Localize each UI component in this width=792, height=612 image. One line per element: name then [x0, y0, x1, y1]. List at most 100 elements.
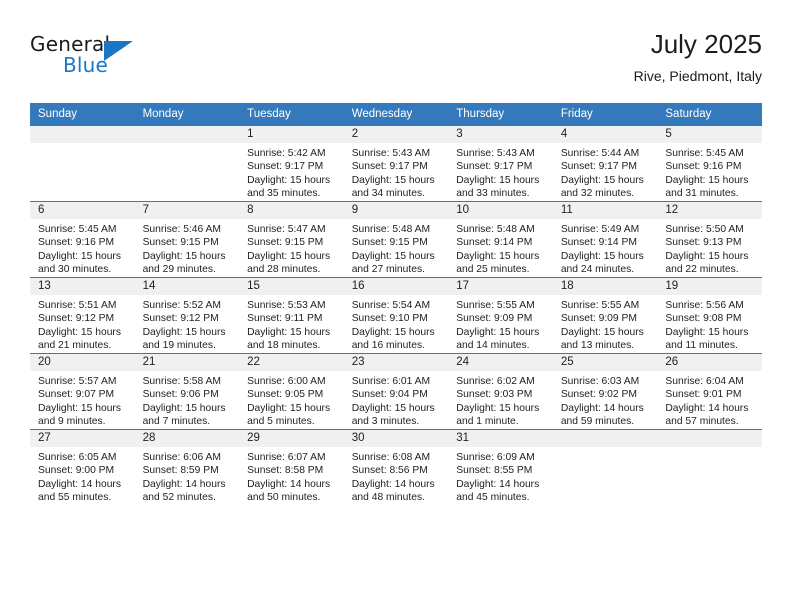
day-details — [553, 447, 658, 451]
day-cell[interactable]: 29 Sunrise: 6:07 AM Sunset: 8:58 PM Dayligh… — [239, 429, 344, 505]
day-cell[interactable]: 18 Sunrise: 5:55 AM Sunset: 9:09 PM Dayligh… — [552, 277, 658, 354]
daylight-text-line1: Daylight: 15 hours — [247, 402, 331, 414]
sunrise-text: Sunrise: 6:08 AM — [351, 452, 431, 463]
day-cell[interactable]: 2 Sunrise: 5:43 AM Sunset: 9:17 PM Daylight… — [343, 125, 449, 202]
brand-name-blue: Blue — [63, 53, 109, 77]
day-cell[interactable]: 1 Sunrise: 5:42 AM Sunset: 9:17 PM Daylight… — [239, 125, 344, 202]
daylight-text-line1: Daylight: 14 hours — [665, 402, 749, 414]
day-cell-empty — [657, 429, 762, 505]
day-cell[interactable]: 25 Sunrise: 6:03 AM Sunset: 9:02 PM Dayligh… — [552, 353, 658, 430]
day-cell[interactable]: 23 Sunrise: 6:01 AM Sunset: 9:04 PM Dayligh… — [343, 353, 449, 430]
calendar-body: 1 Sunrise: 5:42 AM Sunset: 9:17 PM Daylight… — [30, 125, 762, 505]
sunrise-text: Sunrise: 5:55 AM — [560, 300, 640, 311]
day-details — [135, 143, 240, 147]
day-cell[interactable]: 20 Sunrise: 5:57 AM Sunset: 9:07 PM Dayligh… — [30, 353, 135, 430]
daylight-text-line1: Daylight: 15 hours — [351, 250, 435, 262]
daylight-text-line2: and 9 minutes. — [38, 416, 106, 428]
day-number: 7 — [134, 202, 240, 219]
daylight-text-line2: and 14 minutes. — [456, 340, 530, 352]
daylight-text-line2: and 28 minutes. — [247, 264, 321, 276]
calendar-page: General Blue July 2025 Rive, Piedmont, I… — [0, 0, 792, 612]
day-cell[interactable]: 9 Sunrise: 5:48 AM Sunset: 9:15 PM Daylight… — [343, 201, 449, 278]
day-details: Sunrise: 6:02 AM Sunset: 9:03 PM Daylight:… — [448, 371, 553, 429]
day-details: Sunrise: 5:56 AM Sunset: 9:08 PM Daylight:… — [657, 295, 762, 353]
brand-logo[interactable]: General Blue — [30, 32, 150, 84]
daylight-text-line1: Daylight: 14 hours — [38, 478, 121, 490]
weekday-header-saturday: Saturday — [657, 103, 762, 126]
day-number: 31 — [448, 430, 553, 447]
day-details: Sunrise: 5:46 AM Sunset: 9:15 PM Daylight:… — [135, 219, 240, 277]
day-number — [30, 126, 135, 143]
day-cell[interactable]: 14 Sunrise: 5:52 AM Sunset: 9:12 PM Dayligh… — [134, 277, 240, 354]
daylight-text-line1: Daylight: 15 hours — [142, 326, 226, 338]
day-details — [657, 447, 762, 451]
daylight-text-line1: Daylight: 14 hours — [351, 478, 435, 490]
daylight-text-line2: and 59 minutes. — [560, 416, 635, 428]
day-cell[interactable]: 16 Sunrise: 5:54 AM Sunset: 9:10 PM Dayligh… — [343, 277, 449, 354]
day-cell[interactable]: 12 Sunrise: 5:50 AM Sunset: 9:13 PM Dayligh… — [657, 201, 762, 278]
day-cell[interactable]: 26 Sunrise: 6:04 AM Sunset: 9:01 PM Dayligh… — [657, 353, 762, 430]
day-cell[interactable]: 17 Sunrise: 5:55 AM Sunset: 9:09 PM Dayligh… — [448, 277, 553, 354]
day-cell[interactable]: 31 Sunrise: 6:09 AM Sunset: 8:55 PM Dayligh… — [448, 429, 553, 505]
sunset-text: Sunset: 9:12 PM — [38, 313, 115, 325]
day-cell[interactable]: 10 Sunrise: 5:48 AM Sunset: 9:14 PM Dayligh… — [448, 201, 553, 278]
day-details: Sunrise: 5:43 AM Sunset: 9:17 PM Daylight:… — [448, 143, 553, 201]
weekday-header-friday: Friday — [552, 103, 658, 126]
day-cell[interactable]: 7 Sunrise: 5:46 AM Sunset: 9:15 PM Daylight… — [134, 201, 240, 278]
daylight-text-line1: Daylight: 15 hours — [38, 402, 121, 414]
day-cell[interactable]: 30 Sunrise: 6:08 AM Sunset: 8:56 PM Dayligh… — [343, 429, 449, 505]
sunset-text: Sunset: 9:01 PM — [665, 389, 742, 401]
weekday-header-monday: Monday — [134, 103, 240, 126]
day-cell[interactable]: 27 Sunrise: 6:05 AM Sunset: 9:00 PM Dayligh… — [30, 429, 135, 505]
day-details: Sunrise: 5:57 AM Sunset: 9:07 PM Daylight:… — [30, 371, 135, 429]
day-cell[interactable]: 28 Sunrise: 6:06 AM Sunset: 8:59 PM Dayligh… — [134, 429, 240, 505]
calendar-week-row: 20 Sunrise: 5:57 AM Sunset: 9:07 PM Dayligh… — [30, 353, 762, 430]
day-details: Sunrise: 5:44 AM Sunset: 9:17 PM Daylight:… — [553, 143, 658, 201]
daylight-text-line1: Daylight: 15 hours — [560, 250, 644, 262]
daylight-text-line2: and 27 minutes. — [351, 264, 425, 276]
daylight-text-line2: and 24 minutes. — [560, 264, 635, 276]
day-number: 18 — [552, 278, 658, 295]
sunrise-text: Sunrise: 5:45 AM — [665, 148, 744, 159]
day-number: 19 — [657, 278, 762, 295]
daylight-text-line2: and 35 minutes. — [247, 188, 321, 200]
daylight-text-line1: Daylight: 15 hours — [665, 174, 749, 186]
day-cell[interactable]: 19 Sunrise: 5:56 AM Sunset: 9:08 PM Dayligh… — [657, 277, 762, 354]
calendar-week-row: 27 Sunrise: 6:05 AM Sunset: 9:00 PM Dayligh… — [30, 429, 762, 505]
day-details: Sunrise: 5:47 AM Sunset: 9:15 PM Daylight:… — [239, 219, 344, 277]
day-cell[interactable]: 6 Sunrise: 5:45 AM Sunset: 9:16 PM Daylight… — [30, 201, 135, 278]
day-details: Sunrise: 5:45 AM Sunset: 9:16 PM Daylight:… — [657, 143, 762, 201]
day-cell[interactable]: 8 Sunrise: 5:47 AM Sunset: 9:15 PM Daylight… — [239, 201, 344, 278]
day-number: 20 — [30, 354, 135, 371]
sunset-text: Sunset: 9:05 PM — [247, 389, 324, 401]
day-details: Sunrise: 5:51 AM Sunset: 9:12 PM Daylight:… — [30, 295, 135, 353]
day-details: Sunrise: 6:03 AM Sunset: 9:02 PM Daylight:… — [553, 371, 658, 429]
day-cell[interactable]: 3 Sunrise: 5:43 AM Sunset: 9:17 PM Daylight… — [448, 125, 553, 202]
day-details: Sunrise: 5:49 AM Sunset: 9:14 PM Daylight:… — [553, 219, 658, 277]
daylight-text-line1: Daylight: 15 hours — [456, 174, 540, 186]
day-number: 11 — [552, 202, 658, 219]
daylight-text-line2: and 55 minutes. — [38, 492, 112, 504]
day-details — [30, 143, 135, 147]
daylight-text-line1: Daylight: 15 hours — [351, 402, 435, 414]
sunset-text: Sunset: 9:15 PM — [247, 237, 324, 249]
day-cell[interactable]: 11 Sunrise: 5:49 AM Sunset: 9:14 PM Dayligh… — [552, 201, 658, 278]
sunset-text: Sunset: 8:56 PM — [351, 465, 428, 477]
day-number: 16 — [343, 278, 449, 295]
day-cell[interactable]: 22 Sunrise: 6:00 AM Sunset: 9:05 PM Dayligh… — [239, 353, 344, 430]
day-cell[interactable]: 4 Sunrise: 5:44 AM Sunset: 9:17 PM Daylight… — [552, 125, 658, 202]
weekday-header-sunday: Sunday — [30, 103, 135, 126]
day-cell[interactable]: 15 Sunrise: 5:53 AM Sunset: 9:11 PM Dayligh… — [239, 277, 344, 354]
weekday-header-tuesday: Tuesday — [239, 103, 344, 126]
sunrise-text: Sunrise: 5:44 AM — [560, 148, 640, 159]
daylight-text-line2: and 31 minutes. — [665, 188, 739, 200]
day-cell-empty — [552, 429, 658, 505]
day-cell[interactable]: 21 Sunrise: 5:58 AM Sunset: 9:06 PM Dayligh… — [134, 353, 240, 430]
daylight-text-line2: and 22 minutes. — [665, 264, 739, 276]
calendar-grid: Sunday Monday Tuesday Wednesday Thursday Frid… — [30, 103, 762, 505]
day-cell[interactable]: 13 Sunrise: 5:51 AM Sunset: 9:12 PM Dayligh… — [30, 277, 135, 354]
page-title: July 2025 — [650, 29, 762, 59]
day-cell[interactable]: 5 Sunrise: 5:45 AM Sunset: 9:16 PM Daylight… — [657, 125, 762, 202]
day-number: 27 — [30, 430, 135, 447]
day-cell[interactable]: 24 Sunrise: 6:02 AM Sunset: 9:03 PM Dayligh… — [448, 353, 553, 430]
